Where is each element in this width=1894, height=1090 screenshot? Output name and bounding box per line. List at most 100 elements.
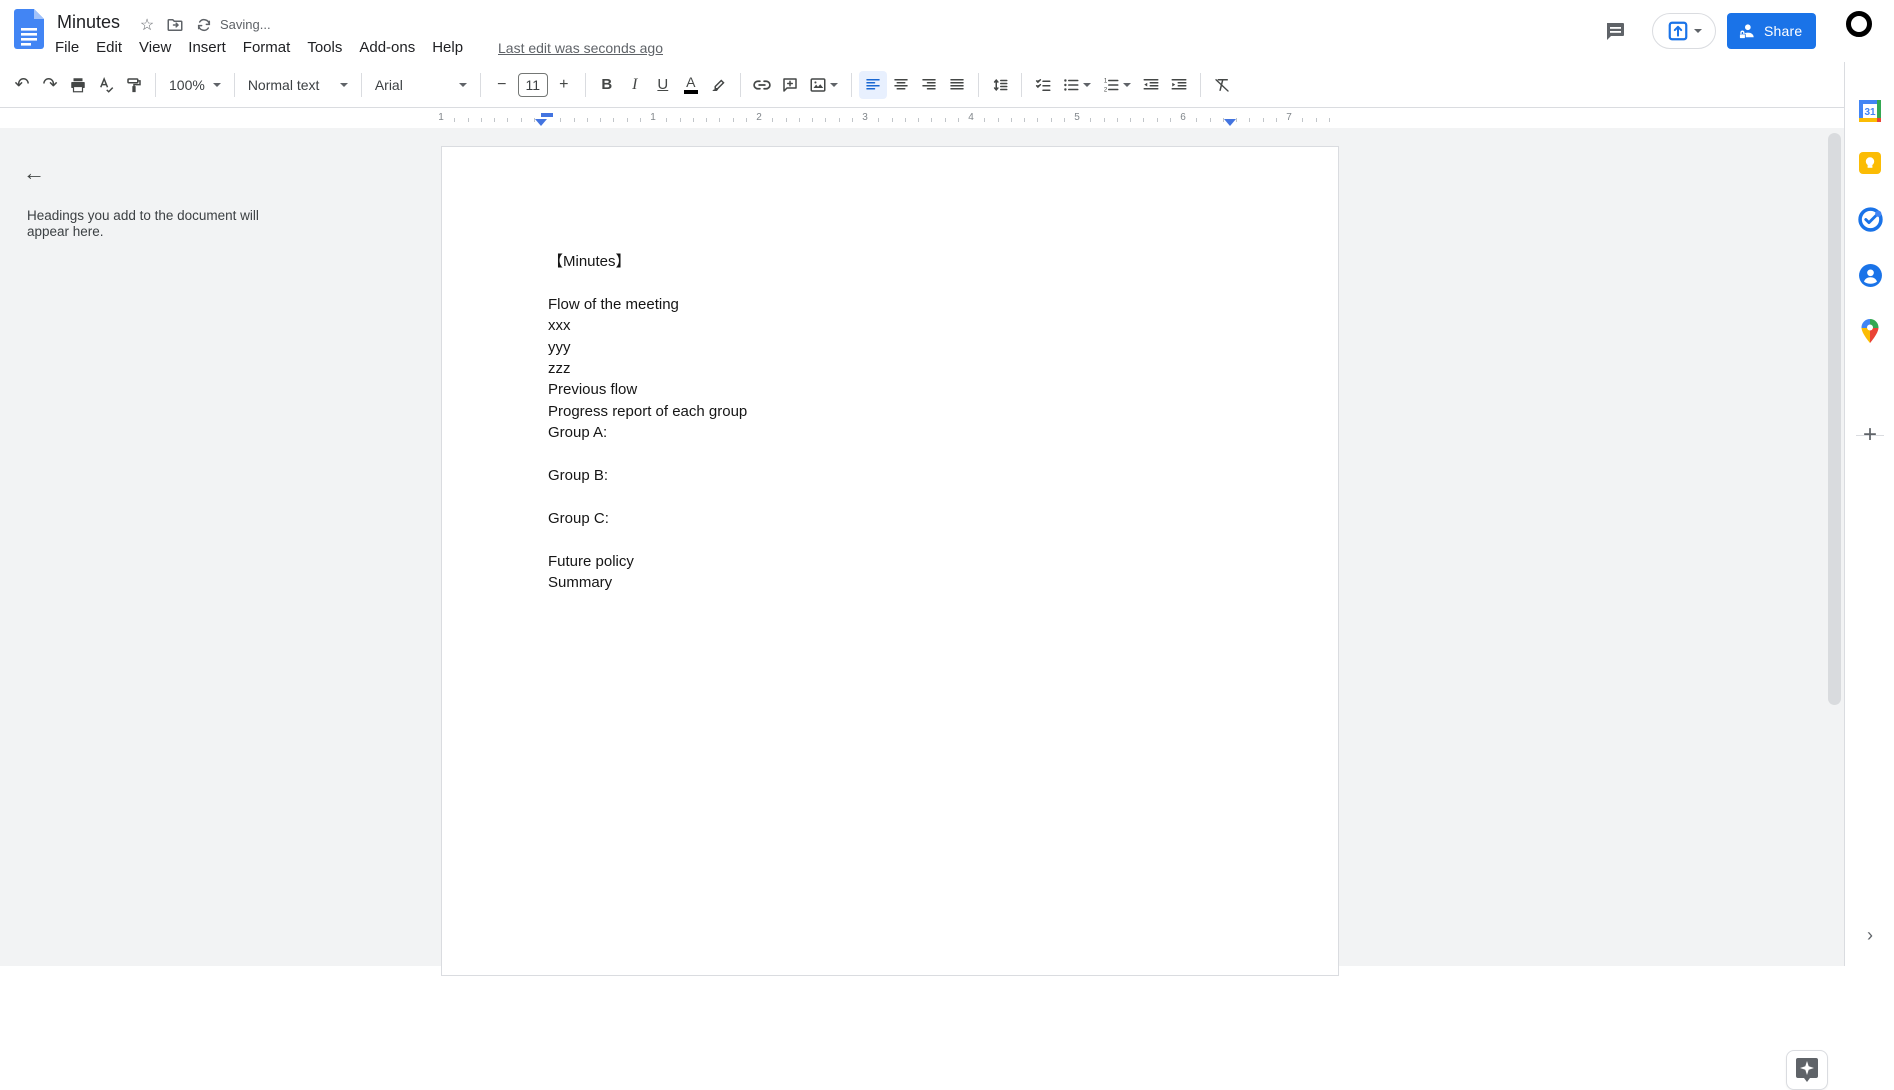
ruler-tick: [918, 118, 919, 122]
spellcheck-button[interactable]: [92, 71, 120, 99]
insert-image-button[interactable]: [804, 71, 844, 99]
doc-line[interactable]: Group A:: [548, 422, 1238, 443]
paint-format-button[interactable]: [120, 71, 148, 99]
line-spacing-button[interactable]: [986, 71, 1014, 99]
move-to-folder-icon[interactable]: [164, 14, 186, 36]
left-indent-marker[interactable]: [535, 119, 547, 126]
ruler-tick: [1010, 118, 1012, 122]
google-tasks-icon[interactable]: [1853, 202, 1887, 236]
doc-line[interactable]: 【Minutes】: [548, 251, 1238, 272]
doc-line[interactable]: Group C:: [548, 508, 1238, 529]
ruler-tick: [1275, 118, 1277, 122]
doc-line[interactable]: Summary: [548, 572, 1238, 593]
doc-line[interactable]: [548, 272, 1238, 293]
ruler-tick: [984, 118, 986, 122]
google-maps-icon[interactable]: [1853, 314, 1887, 348]
google-keep-icon[interactable]: [1853, 146, 1887, 180]
document-title[interactable]: Minutes: [57, 10, 120, 34]
share-button[interactable]: Share: [1727, 13, 1817, 49]
svg-text:31: 31: [1864, 107, 1876, 118]
close-outline-button[interactable]: ←: [17, 156, 51, 190]
doc-line[interactable]: zzz: [548, 358, 1238, 379]
last-edit-link[interactable]: Last edit was seconds ago: [498, 40, 663, 56]
highlight-color-button[interactable]: [705, 71, 733, 99]
document-text[interactable]: 【Minutes】 Flow of the meeting xxx yyy zzz Pr…: [548, 251, 1238, 594]
ruler-tick: [798, 118, 800, 122]
font-size-input[interactable]: 11: [517, 72, 548, 97]
redo-button[interactable]: ↷: [36, 71, 64, 99]
google-contacts-icon[interactable]: [1853, 258, 1887, 292]
text-color-button[interactable]: A: [677, 71, 705, 99]
google-calendar-icon[interactable]: 31: [1853, 94, 1887, 128]
show-side-panel-button[interactable]: ›: [1853, 918, 1887, 952]
italic-button[interactable]: I: [621, 71, 649, 99]
menu-item[interactable]: Format: [237, 37, 297, 58]
checklist-button[interactable]: [1029, 71, 1057, 99]
account-avatar[interactable]: [1846, 11, 1872, 37]
doc-line[interactable]: [548, 486, 1238, 507]
open-comments-icon[interactable]: [1597, 13, 1633, 49]
star-icon[interactable]: ☆: [136, 14, 158, 36]
doc-line[interactable]: yyy: [548, 337, 1238, 358]
decrease-font-size-button[interactable]: −: [488, 71, 516, 99]
doc-line[interactable]: Future policy: [548, 551, 1238, 572]
doc-line[interactable]: Group B:: [548, 465, 1238, 486]
ruler-tick: [626, 118, 628, 122]
ruler-number: 2: [756, 112, 762, 123]
bulleted-list-button[interactable]: [1057, 71, 1097, 99]
ruler-tick: [1236, 118, 1237, 122]
ruler[interactable]: 1 1 2 3 4 5 6 7: [0, 109, 1844, 128]
menu-item[interactable]: Edit: [90, 37, 128, 58]
add-comment-button[interactable]: [776, 71, 804, 99]
justify-button[interactable]: [943, 71, 971, 99]
menu-item[interactable]: Add-ons: [353, 37, 421, 58]
menu-item[interactable]: View: [133, 37, 177, 58]
undo-button[interactable]: ↶: [8, 71, 36, 99]
doc-line[interactable]: Progress report of each group: [548, 401, 1238, 422]
ruler-tick: [1103, 118, 1105, 122]
paragraph-style-select[interactable]: Normal text: [242, 71, 354, 99]
align-right-button[interactable]: [915, 71, 943, 99]
ruler-tick: [1130, 118, 1131, 122]
bold-button[interactable]: B: [593, 71, 621, 99]
menu-item[interactable]: Tools: [301, 37, 348, 58]
ruler-tick: [454, 118, 456, 122]
google-docs-logo-icon[interactable]: [14, 9, 44, 49]
zoom-select[interactable]: 100%: [163, 71, 227, 99]
doc-line[interactable]: Flow of the meeting: [548, 294, 1238, 315]
font-family-select[interactable]: Arial: [369, 71, 473, 99]
align-center-button[interactable]: [887, 71, 915, 99]
menu-item[interactable]: Insert: [182, 37, 232, 58]
doc-line[interactable]: [548, 444, 1238, 465]
saving-status: Saving...: [220, 17, 271, 32]
svg-text:1: 1: [1104, 78, 1108, 84]
insert-link-button[interactable]: [748, 71, 776, 99]
increase-font-size-button[interactable]: +: [550, 71, 578, 99]
doc-line[interactable]: xxx: [548, 315, 1238, 336]
ruler-tick: [1222, 118, 1224, 122]
toolbar-separator: [479, 72, 481, 97]
decrease-indent-button[interactable]: [1137, 71, 1165, 99]
vertical-scrollbar[interactable]: [1828, 133, 1841, 705]
ruler-tick: [719, 118, 721, 122]
doc-line[interactable]: Previous flow: [548, 379, 1238, 400]
ruler-tick: [1024, 118, 1025, 122]
menu-item[interactable]: Help: [426, 37, 469, 58]
first-line-indent-marker[interactable]: [541, 113, 553, 117]
right-indent-marker[interactable]: [1224, 119, 1236, 126]
underline-button[interactable]: U: [649, 71, 677, 99]
get-add-ons-button[interactable]: +: [1853, 418, 1887, 452]
numbered-list-button[interactable]: 1 2: [1097, 71, 1137, 99]
upload-button[interactable]: [1652, 13, 1716, 49]
document-page[interactable]: 【Minutes】 Flow of the meeting xxx yyy zzz Pr…: [441, 146, 1339, 976]
ruler-tick: [1249, 118, 1251, 122]
align-left-button[interactable]: [858, 70, 887, 99]
ruler-tick: [520, 118, 522, 122]
doc-line[interactable]: [548, 529, 1238, 550]
increase-indent-button[interactable]: [1165, 71, 1193, 99]
explore-button[interactable]: [1786, 1050, 1828, 1090]
print-button[interactable]: [64, 71, 92, 99]
menu-item[interactable]: File: [49, 37, 85, 58]
ruler-tick: [1315, 118, 1317, 122]
clear-formatting-button[interactable]: [1208, 71, 1236, 99]
